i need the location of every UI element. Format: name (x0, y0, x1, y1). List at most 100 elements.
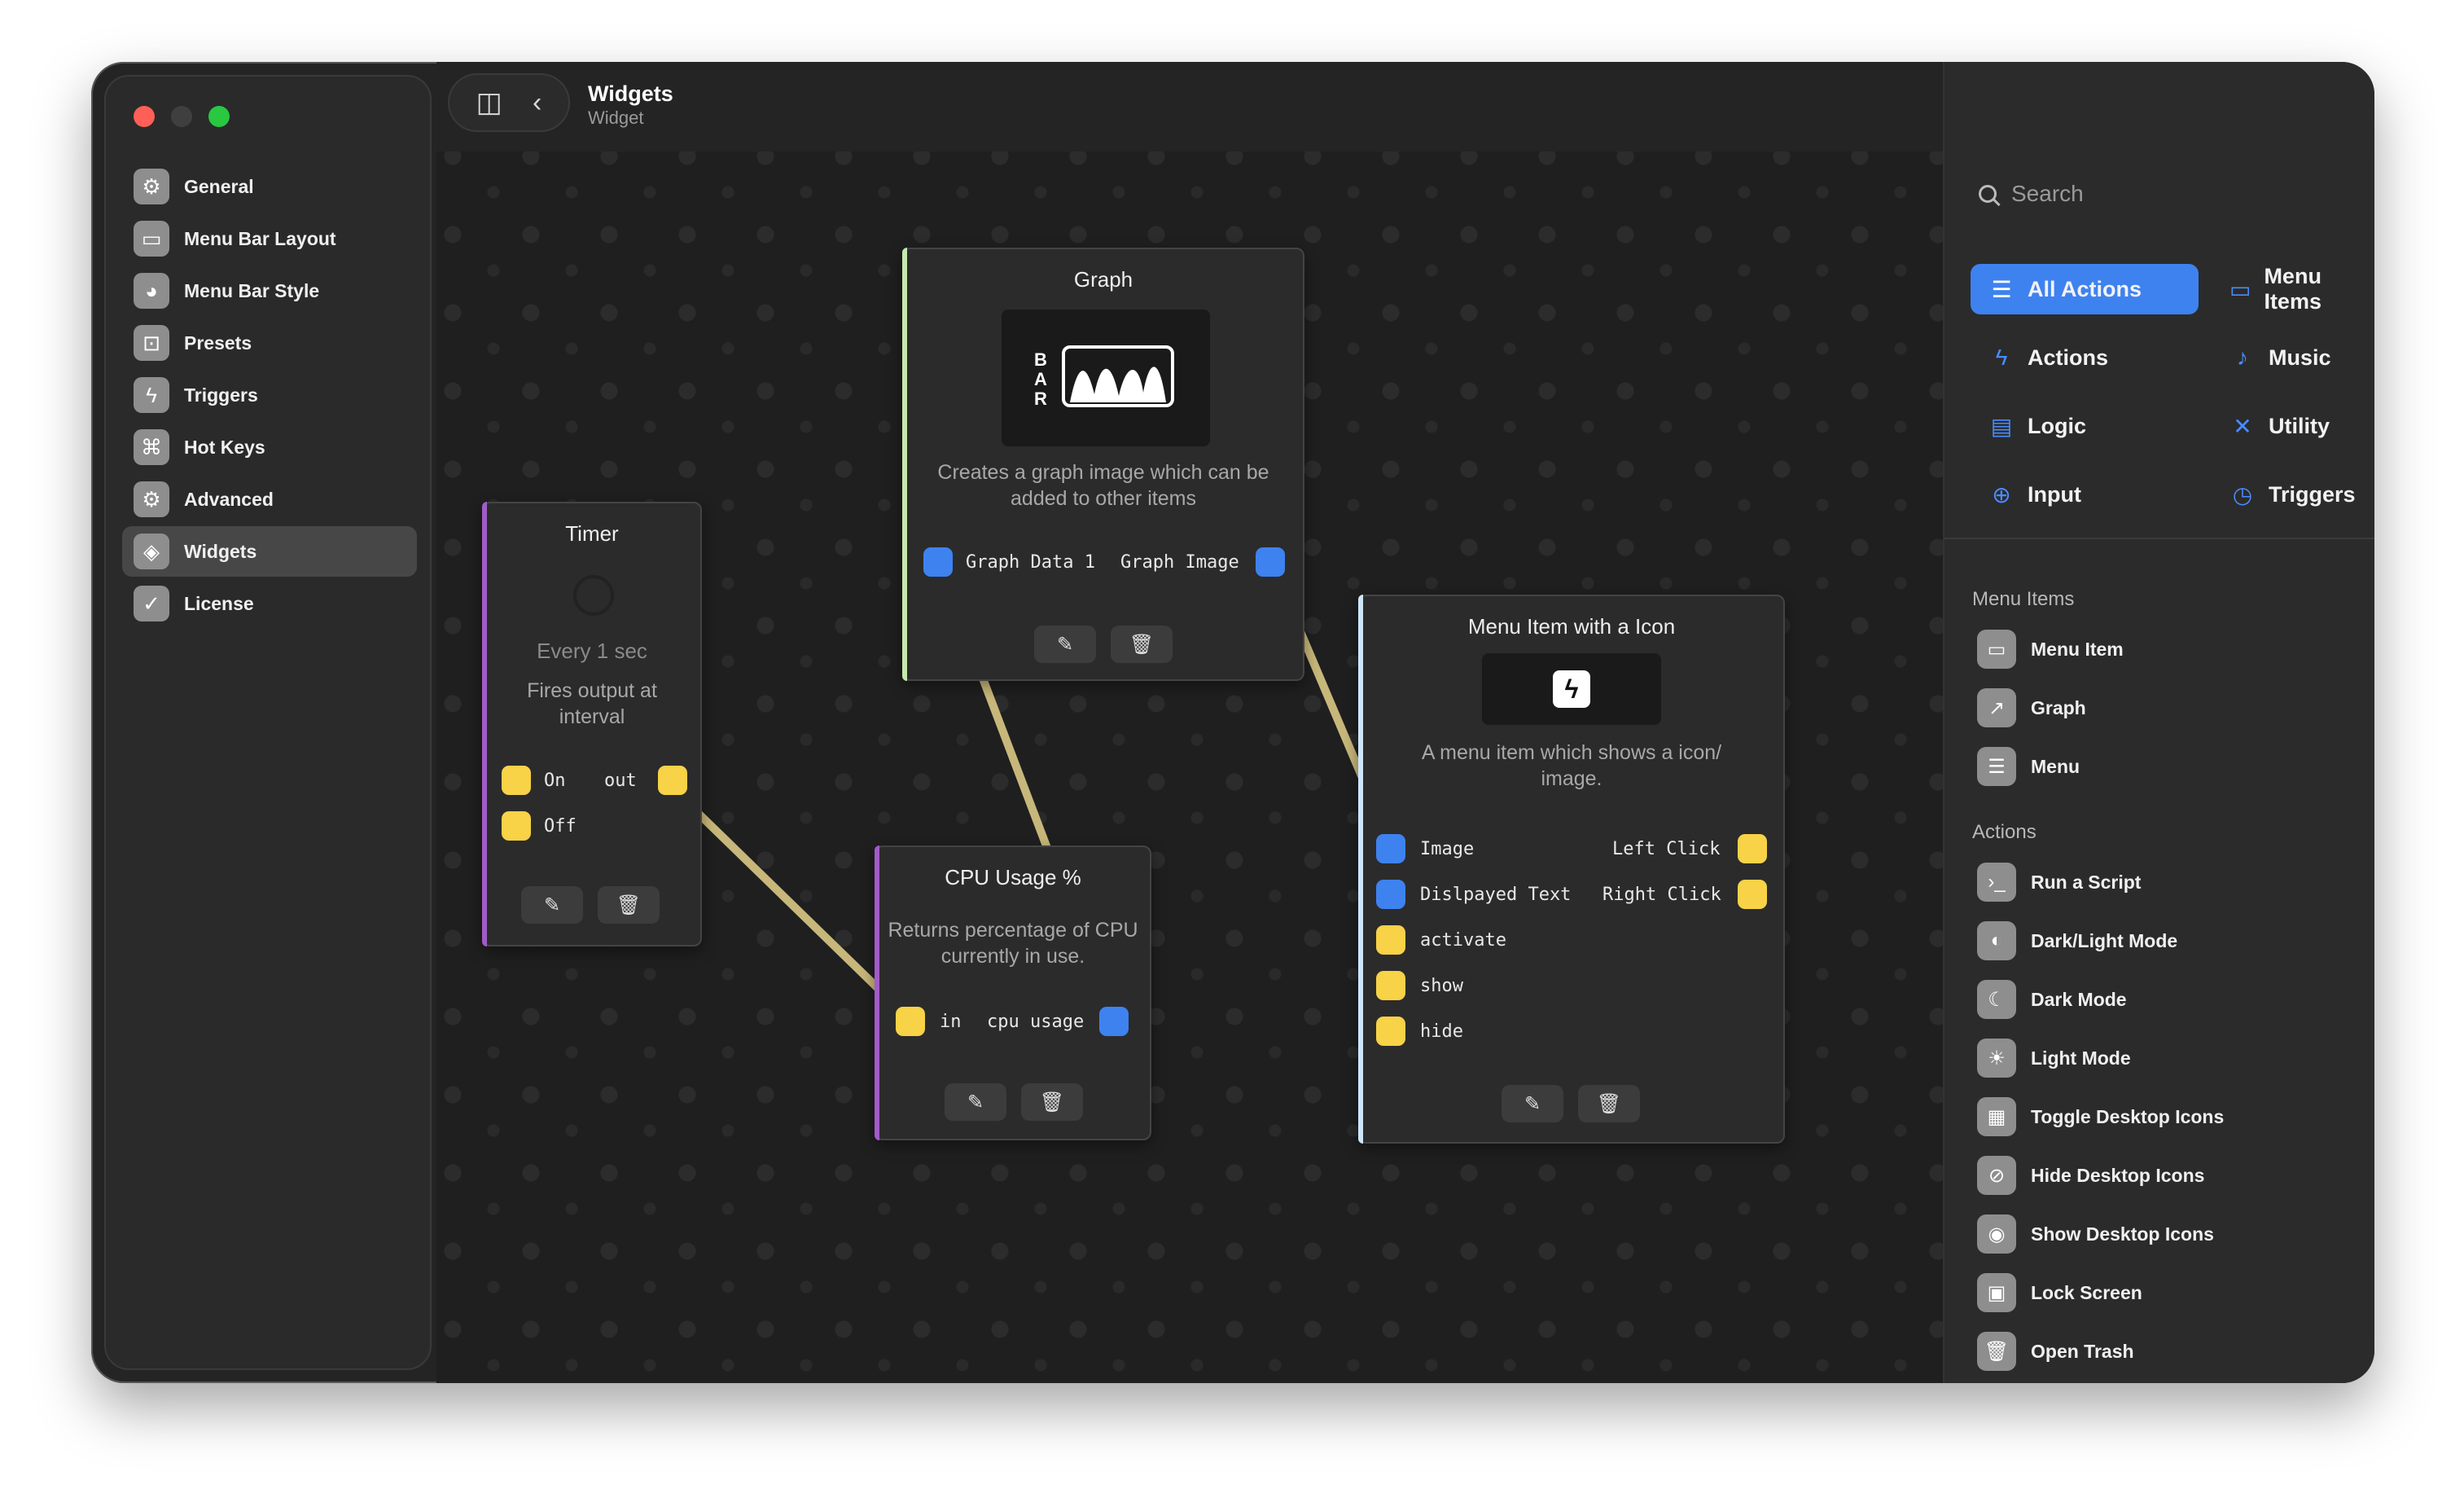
list-item-label: Menu Item (2031, 638, 2124, 660)
category-label: Triggers (2269, 481, 2356, 507)
sidebar-item-menu-bar-style[interactable]: ◕ Menu Bar Style (122, 266, 417, 316)
sidebar-item-label: Menu Bar Layout (184, 227, 336, 249)
sidebar-item-general[interactable]: ⚙ General (122, 161, 417, 212)
section-heading-menu-items: Menu Items (1972, 588, 2075, 610)
list-item-menu[interactable]: ☰ Menu (1977, 744, 2080, 788)
window-title: Widgets (588, 81, 673, 106)
category-actions[interactable]: ϟ Actions (1971, 332, 2199, 383)
list-item-graph[interactable]: ↗ Graph (1977, 686, 2086, 730)
category-logic[interactable]: ▤ Logic (1971, 401, 2199, 451)
category-utility[interactable]: ✕ Utility (2212, 401, 2366, 451)
chart-icon: ↗ (1977, 688, 2016, 727)
timer-on-port[interactable] (502, 766, 531, 795)
terminal-icon: ›_ (1977, 863, 2016, 902)
category-input[interactable]: ⊕ Input (1971, 469, 2199, 520)
window-icon: ▭ (1977, 630, 2016, 669)
list-item-run-script[interactable]: ›_ Run a Script (1977, 860, 2141, 904)
monitor-lock-icon: ▣ (1977, 1273, 2016, 1312)
node-description: Returns percentage of CPU currently in u… (888, 919, 1138, 968)
list-item-label: Menu (2031, 755, 2080, 777)
clock-icon (573, 575, 614, 616)
timer-out-port[interactable] (658, 766, 687, 795)
sidebar-item-label: Presets (184, 332, 252, 354)
menu-hide-port[interactable] (1376, 1017, 1405, 1046)
close-window-button[interactable] (134, 106, 155, 127)
edit-button[interactable]: ✎ (1502, 1085, 1563, 1122)
eye-icon: ◉ (1977, 1214, 2016, 1254)
menu-text-port[interactable] (1376, 880, 1405, 909)
list-item-label: Dark/Light Mode (2031, 929, 2178, 951)
palette-icon: ◕ (134, 273, 169, 309)
preview-letter: A (1034, 369, 1047, 389)
sidebar-item-hot-keys[interactable]: ⌘ Hot Keys (122, 422, 417, 472)
menu-activate-port[interactable] (1376, 925, 1405, 955)
category-label: Music (2269, 345, 2331, 370)
port-label: Dislpayed Text (1420, 885, 1572, 905)
menu-left-click-port[interactable] (1738, 834, 1767, 863)
list-item-hide-desktop-icons[interactable]: ⊘ Hide Desktop Icons (1977, 1153, 2204, 1197)
search-bar (1979, 181, 2337, 207)
port-label: Graph Data 1 (966, 552, 1095, 573)
app-window: ⚙ General ▭ Menu Bar Layout ◕ Menu Bar S… (91, 62, 2374, 1383)
menu-image-port[interactable] (1376, 834, 1405, 863)
icon-preview-image: ϟ (1482, 653, 1661, 725)
preset-icon: ⊡ (134, 325, 169, 361)
minimize-window-button[interactable] (171, 106, 192, 127)
window-icon: ▭ (2229, 276, 2251, 302)
category-all-actions[interactable]: ☰ All Actions (1971, 264, 2199, 314)
list-item-dark-light-mode[interactable]: ◐ Dark/Light Mode (1977, 919, 2177, 963)
list-item-open-trash[interactable]: 🗑 Open Trash (1977, 1329, 2134, 1373)
edit-button[interactable]: ✎ (521, 886, 583, 924)
list-item-label: Run a Script (2031, 871, 2142, 893)
port-label: activate (1420, 930, 1506, 951)
node-title: Graph (1073, 267, 1133, 292)
cpu-usage-port[interactable] (1099, 1007, 1129, 1036)
sidebar-item-label: License (184, 592, 254, 614)
zoom-window-button[interactable] (208, 106, 230, 127)
menu-right-click-port[interactable] (1738, 880, 1767, 909)
edit-button[interactable]: ✎ (945, 1083, 1006, 1121)
sidebar-item-menu-bar-layout[interactable]: ▭ Menu Bar Layout (122, 213, 417, 264)
graph-image-port[interactable] (1256, 547, 1285, 577)
delete-button[interactable]: 🗑 (1021, 1083, 1083, 1121)
back-chevron-icon[interactable]: ‹ (533, 87, 541, 119)
sidebar-item-triggers[interactable]: ϟ Triggers (122, 370, 417, 420)
timer-node[interactable]: Timer Every 1 sec Fires output at interv… (482, 502, 702, 946)
category-triggers[interactable]: ◷ Triggers (2212, 469, 2366, 520)
category-menu-items[interactable]: ▭ Menu Items (2212, 264, 2366, 314)
list-item-lock-screen[interactable]: ▣ Lock Screen (1977, 1271, 2142, 1315)
list-item-label: Hide Desktop Icons (2031, 1164, 2205, 1186)
delete-button[interactable]: 🗑 (598, 886, 660, 924)
list-item-label: Toggle Desktop Icons (2031, 1105, 2225, 1127)
delete-button[interactable]: 🗑 (1578, 1085, 1640, 1122)
cpu-usage-node[interactable]: CPU Usage % Returns percentage of CPU cu… (875, 845, 1151, 1140)
list-item-menu-item[interactable]: ▭ Menu Item (1977, 627, 2124, 671)
sidebar-item-label: Advanced (184, 488, 274, 510)
search-input[interactable] (2011, 181, 2337, 207)
list-item-toggle-desktop-icons[interactable]: ▦ Toggle Desktop Icons (1977, 1095, 2224, 1139)
category-music[interactable]: ♪ Music (2212, 332, 2366, 383)
list-item-label: Show Desktop Icons (2031, 1223, 2214, 1245)
section-heading-actions: Actions (1972, 821, 2037, 843)
sidebar-item-license[interactable]: ✓ License (122, 578, 417, 629)
list-item-light-mode[interactable]: ☀ Light Mode (1977, 1036, 2131, 1080)
port-label: Off (544, 816, 577, 837)
gear-icon: ⚙ (134, 169, 169, 204)
cpu-in-port[interactable] (896, 1007, 925, 1036)
menu-item-icon-node[interactable]: Menu Item with a Icon ϟ A menu item whic… (1358, 595, 1785, 1144)
graph-node[interactable]: Graph B A R Creates a graph image which … (902, 248, 1304, 681)
sidebar-item-widgets[interactable]: ◈ Widgets (122, 526, 417, 577)
sidebar-item-advanced[interactable]: ⚙ Advanced (122, 474, 417, 525)
graph-data-port[interactable] (923, 547, 953, 577)
node-title: Timer (565, 521, 619, 546)
sidebar-item-presets[interactable]: ⊡ Presets (122, 318, 417, 368)
list-item-show-desktop-icons[interactable]: ◉ Show Desktop Icons (1977, 1212, 2214, 1256)
port-label: cpu usage (987, 1012, 1085, 1032)
sidebar-item-label: Widgets (184, 540, 257, 562)
menu-show-port[interactable] (1376, 971, 1405, 1000)
edit-button[interactable]: ✎ (1034, 626, 1096, 663)
list-item-dark-mode[interactable]: ☾ Dark Mode (1977, 977, 2127, 1021)
sidebar-toggle-icon[interactable]: ◫ (476, 86, 502, 119)
timer-off-port[interactable] (502, 811, 531, 841)
delete-button[interactable]: 🗑 (1111, 626, 1173, 663)
